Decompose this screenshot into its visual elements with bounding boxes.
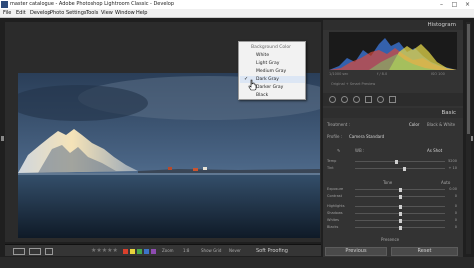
- zoom-value[interactable]: 1:8: [183, 248, 189, 253]
- adjustment-brush-icon[interactable]: [389, 96, 396, 103]
- basic-title: Basic: [441, 110, 456, 116]
- temp-slider[interactable]: [355, 161, 445, 162]
- menu-header: Background Color: [251, 45, 292, 50]
- menu-item-light-gray[interactable]: Light Gray: [240, 60, 305, 67]
- loupe-view-icon[interactable]: [13, 248, 25, 255]
- right-panel-scrollbar[interactable]: [466, 22, 471, 254]
- exposure-label: Exposure: [327, 187, 344, 191]
- blacks-thumb[interactable]: [399, 226, 402, 230]
- basic-header[interactable]: Basic: [323, 108, 463, 118]
- zoom-label: Zoom: [162, 248, 174, 253]
- crop-tool-icon[interactable]: [329, 96, 336, 103]
- right-panel: Histogram 1/1000 sec f / 8.0 ISO 100 Ori…: [323, 20, 463, 257]
- menu-photo[interactable]: Photo: [50, 10, 64, 17]
- minimize-icon[interactable]: –: [436, 0, 447, 9]
- menu-develop[interactable]: Develop: [30, 10, 51, 17]
- spot-removal-icon[interactable]: [341, 96, 348, 103]
- toolbar: ★★★★★ Zoom 1:8 Show Grid Never Soft Proo…: [5, 244, 321, 256]
- menu-file[interactable]: File: [3, 10, 11, 17]
- temp-label: Temp: [327, 159, 337, 163]
- green-label-swatch[interactable]: [137, 249, 142, 254]
- histogram-title: Histogram: [427, 22, 456, 28]
- profile-dropdown[interactable]: Camera Standard: [349, 134, 384, 139]
- soft-proofing-checkbox[interactable]: Soft Proofing: [256, 248, 288, 254]
- wb-label: WB :: [355, 148, 365, 153]
- yellow-label-swatch[interactable]: [130, 249, 135, 254]
- highlights-thumb[interactable]: [399, 205, 402, 209]
- exposure-thumb[interactable]: [399, 188, 402, 192]
- tool-strip: [323, 93, 463, 106]
- whites-value[interactable]: 0: [455, 218, 457, 222]
- radial-filter-icon[interactable]: [377, 96, 384, 103]
- contrast-label: Contrast: [327, 194, 342, 198]
- filmstrip-bar: [0, 257, 474, 268]
- contrast-thumb[interactable]: [399, 195, 402, 199]
- menu-item-medium-gray[interactable]: Medium Gray: [240, 68, 305, 75]
- menu-help[interactable]: Help: [136, 10, 147, 17]
- scrollbar-thumb[interactable]: [467, 24, 470, 134]
- tone-auto-button[interactable]: Auto: [441, 180, 450, 185]
- menu-edit[interactable]: Edit: [16, 10, 26, 17]
- tint-slider[interactable]: [355, 168, 445, 169]
- whites-label: Whites: [327, 218, 340, 222]
- highlights-label: Highlights: [327, 204, 345, 208]
- show-grid-label: Show Grid: [201, 248, 222, 253]
- treatment-label: Treatment :: [327, 122, 350, 127]
- preview-status: Original + Smart Preview: [331, 82, 376, 86]
- shadows-value[interactable]: 0: [455, 211, 457, 215]
- purple-label-swatch[interactable]: [151, 249, 156, 254]
- menu-settings[interactable]: Settings: [66, 10, 87, 17]
- red-label-swatch[interactable]: [123, 249, 128, 254]
- maximize-icon[interactable]: □: [449, 0, 460, 9]
- aperture: f / 8.0: [377, 72, 388, 76]
- menu-bar: File Edit Develop Photo Settings Tools V…: [0, 9, 474, 18]
- title-bar: master catalogue - Adobe Photoshop Light…: [0, 0, 474, 9]
- treatment-bw[interactable]: Black & White: [427, 122, 455, 127]
- histogram-chart: [329, 32, 457, 70]
- app-icon: [1, 1, 8, 8]
- previous-button[interactable]: Previous: [325, 247, 387, 256]
- red-eye-icon[interactable]: [353, 96, 360, 103]
- background-color-menu: Background Color White Light Gray Medium…: [238, 41, 306, 100]
- shadows-label: Shadows: [327, 211, 343, 215]
- iso: ISO 100: [431, 72, 445, 76]
- treatment-color[interactable]: Color: [409, 122, 419, 127]
- tint-label: Tint: [327, 166, 334, 170]
- histogram-header[interactable]: Histogram: [323, 20, 463, 30]
- close-icon[interactable]: ×: [462, 0, 473, 9]
- menu-window[interactable]: Window: [115, 10, 135, 17]
- contrast-value[interactable]: 0: [455, 194, 457, 198]
- survey-view-icon[interactable]: [45, 248, 53, 255]
- presence-label: Presence: [381, 237, 400, 242]
- menu-item-label: Dark Gray: [256, 77, 279, 82]
- tone-label: Tone: [383, 180, 393, 185]
- blacks-label: Blacks: [327, 225, 339, 229]
- menu-item-black[interactable]: Black: [240, 92, 305, 99]
- menu-tools[interactable]: Tools: [86, 10, 98, 17]
- highlights-value[interactable]: 0: [455, 204, 457, 208]
- profile-label: Profile :: [327, 134, 343, 139]
- eyedropper-icon[interactable]: ✎: [337, 148, 340, 153]
- shutter-speed: 1/1000 sec: [329, 72, 349, 76]
- show-grid-value[interactable]: Never: [229, 248, 241, 253]
- tint-value[interactable]: + 10: [449, 166, 458, 170]
- whites-thumb[interactable]: [399, 219, 402, 223]
- temp-value[interactable]: 5200: [448, 159, 457, 163]
- tint-thumb[interactable]: [403, 167, 406, 171]
- exposure-value[interactable]: 0.00: [449, 187, 457, 191]
- temp-thumb[interactable]: [395, 160, 398, 164]
- menu-item-white[interactable]: White: [240, 52, 305, 59]
- window-title: master catalogue - Adobe Photoshop Light…: [10, 1, 175, 7]
- shadows-thumb[interactable]: [399, 212, 402, 216]
- compare-view-icon[interactable]: [29, 248, 41, 255]
- blue-label-swatch[interactable]: [144, 249, 149, 254]
- rating-stars[interactable]: ★★★★★: [91, 247, 118, 254]
- blacks-value[interactable]: 0: [455, 225, 457, 229]
- graduated-filter-icon[interactable]: [365, 96, 372, 103]
- hand-cursor-icon: [248, 79, 257, 91]
- reset-button[interactable]: Reset: [391, 247, 458, 256]
- left-panel-toggle-icon[interactable]: [1, 136, 4, 141]
- wb-dropdown[interactable]: As Shot: [427, 148, 442, 153]
- menu-view[interactable]: View: [101, 10, 113, 17]
